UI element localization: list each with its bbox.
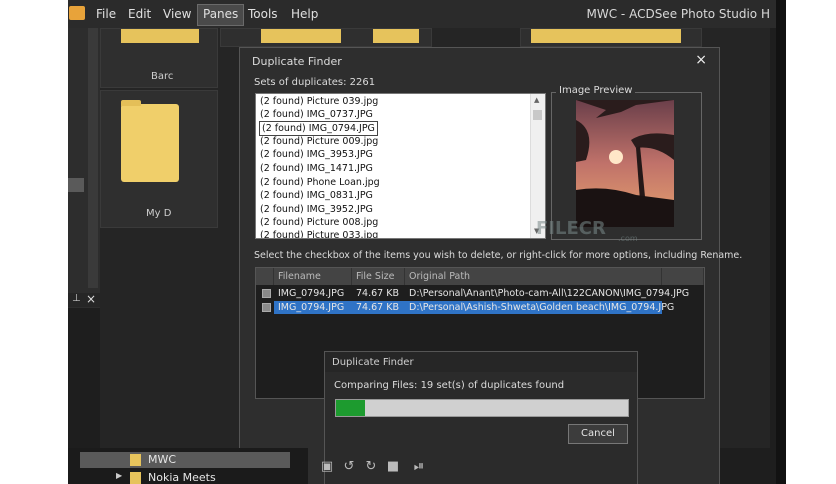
- list-item[interactable]: (2 found) IMG_3953.JPG: [260, 148, 373, 161]
- folder-label: Barc: [151, 71, 174, 82]
- cell-path: D:\Personal\Anant\Photo-cam-All\122CANON…: [409, 288, 690, 299]
- progress-fill: [336, 400, 366, 416]
- column-header-filename[interactable]: Filename: [274, 268, 352, 285]
- rotate-left-icon[interactable]: ↺: [342, 460, 356, 474]
- dialog-title: Duplicate Finder: [252, 55, 342, 68]
- list-item[interactable]: (2 found) Picture 008.jpg: [260, 216, 378, 229]
- app-title: MWC - ACDSee Photo Studio H: [586, 7, 770, 21]
- cancel-button[interactable]: Cancel: [568, 424, 628, 444]
- watermark: FILECR: [536, 218, 606, 239]
- cell-size: 74.67 KB: [356, 302, 399, 313]
- folder-label: My D: [146, 208, 172, 219]
- play-icon[interactable]: ⏯: [412, 460, 426, 474]
- side-bar: [776, 0, 786, 484]
- column-header-check: [256, 268, 274, 285]
- list-item[interactable]: (2 found) Picture 009.jpg: [260, 135, 378, 148]
- tree-item-selected[interactable]: [80, 452, 290, 468]
- folder-icon: [121, 29, 199, 43]
- left-pane: [68, 28, 100, 308]
- scroll-up-icon[interactable]: ▲: [534, 96, 539, 104]
- progress-dialog-title: Duplicate Finder: [332, 357, 414, 368]
- scroll-thumb[interactable]: [533, 110, 542, 120]
- rotate-right-icon[interactable]: ↻: [364, 460, 378, 474]
- menu-tools[interactable]: Tools: [243, 4, 283, 24]
- sets-count: Sets of duplicates: 2261: [254, 77, 376, 88]
- preview-label: Image Preview: [556, 85, 636, 96]
- tree-label: Nokia Meets: [148, 471, 216, 484]
- folder-thumb[interactable]: [520, 28, 702, 47]
- close-icon[interactable]: ×: [695, 52, 707, 68]
- desktop-edge: [776, 0, 836, 484]
- menu-view[interactable]: View: [158, 4, 196, 24]
- cell-filename: IMG_0794.JPG: [278, 302, 345, 313]
- pane-pin-bar: ⊥ ×: [68, 292, 100, 307]
- stop-icon[interactable]: ■: [386, 460, 400, 474]
- cell-filename: IMG_0794.JPG: [278, 288, 345, 299]
- folder-thumb[interactable]: [220, 28, 432, 47]
- image-icon[interactable]: ▣: [320, 460, 334, 474]
- progress-status: Comparing Files: 19 set(s) of duplicates…: [334, 380, 565, 391]
- folder-tree: MWC ▶ Nokia Meets: [68, 448, 308, 484]
- list-item-selected[interactable]: (2 found) IMG_0794.JPG: [259, 121, 378, 136]
- folder-icon: [130, 454, 141, 466]
- acdsee-app-window: File Edit View Panes Tools Help MWC - AC…: [68, 0, 776, 484]
- list-item[interactable]: (2 found) Picture 039.jpg: [260, 95, 378, 108]
- pin-icon[interactable]: ⊥: [72, 293, 81, 304]
- column-header-filler: [662, 268, 704, 285]
- menu-help[interactable]: Help: [286, 4, 323, 24]
- bottom-toolbar: ▣ ↺ ↻ ■ ⏯: [316, 452, 436, 484]
- table-row[interactable]: IMG_0794.JPG 74.67 KB D:\Personal\Anant\…: [256, 287, 704, 300]
- table-row-selected[interactable]: IMG_0794.JPG 74.67 KB D:\Personal\Ashish…: [256, 301, 704, 314]
- instruction-text: Select the checkbox of the items you wis…: [254, 250, 743, 261]
- folder-thumb[interactable]: My D: [100, 90, 218, 228]
- pane-scrollbar[interactable]: [88, 28, 98, 288]
- folder-icon: [121, 100, 179, 182]
- menu-edit[interactable]: Edit: [123, 4, 156, 24]
- row-checkbox[interactable]: [262, 303, 271, 312]
- list-item[interactable]: (2 found) Picture 033.jpg: [260, 229, 378, 238]
- tree-label: MWC: [148, 453, 177, 466]
- menu-file[interactable]: File: [91, 4, 121, 24]
- list-item[interactable]: (2 found) Phone Loan.jpg: [260, 176, 380, 189]
- duplicate-sets-list[interactable]: (2 found) Picture 039.jpg (2 found) IMG_…: [255, 93, 546, 239]
- list-item[interactable]: (2 found) IMG_1471.JPG: [260, 162, 373, 175]
- row-checkbox[interactable]: [262, 289, 271, 298]
- progress-dialog-titlebar: Duplicate Finder: [325, 352, 637, 372]
- close-icon[interactable]: ×: [86, 292, 96, 306]
- pane-tab[interactable]: [68, 178, 84, 192]
- cell-path: D:\Personal\Ashish-Shweta\Golden beach\I…: [409, 302, 675, 313]
- list-item[interactable]: (2 found) IMG_3952.JPG: [260, 203, 373, 216]
- list-scrollbar[interactable]: ▲ ▼: [530, 94, 545, 238]
- menu-panes[interactable]: Panes: [197, 4, 245, 26]
- cell-size: 74.67 KB: [356, 288, 399, 299]
- list-item[interactable]: (2 found) IMG_0737.JPG: [260, 108, 373, 121]
- sunset-preview-image: [576, 100, 674, 227]
- progress-bar: [335, 399, 629, 417]
- menu-bar: File Edit View Panes Tools Help MWC - AC…: [68, 0, 776, 28]
- folder-icon: [373, 29, 419, 43]
- folder-icon: [531, 29, 681, 43]
- list-item[interactable]: (2 found) IMG_0831.JPG: [260, 189, 373, 202]
- column-header-filesize[interactable]: File Size: [352, 268, 405, 285]
- column-header-path[interactable]: Original Path: [405, 268, 662, 285]
- folder-icon: [130, 472, 141, 484]
- watermark-sub: .com: [618, 234, 638, 243]
- folder-icon: [261, 29, 341, 43]
- folder-thumb[interactable]: Barc: [100, 28, 218, 88]
- acdsee-logo-icon: [69, 6, 85, 20]
- expand-icon[interactable]: ▶: [116, 471, 122, 480]
